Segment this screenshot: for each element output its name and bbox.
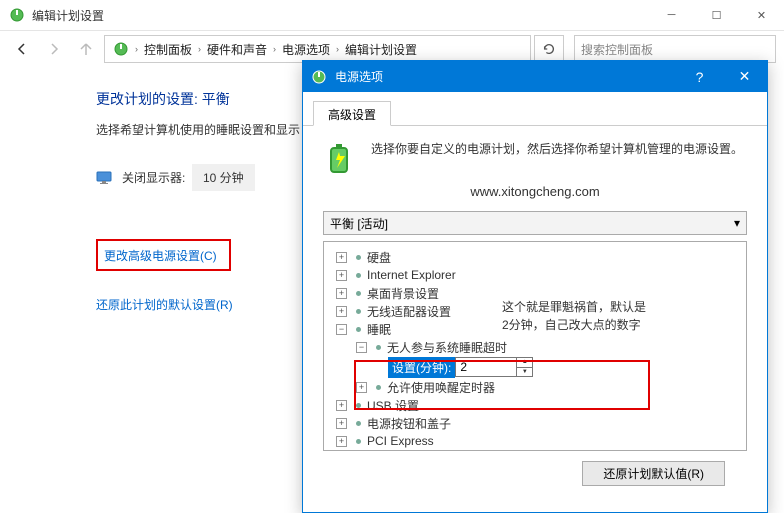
watermark-url: www.xitongcheng.com xyxy=(323,184,747,199)
app-icon xyxy=(9,7,25,23)
power-options-dialog: 电源选项 ? ✕ 高级设置 选择你要自定义的电源计划，然后选择你希望计算机管理的… xyxy=(302,60,768,513)
battery-icon xyxy=(323,140,359,176)
dialog-body: 选择你要自定义的电源计划，然后选择你希望计算机管理的电源设置。 www.xito… xyxy=(303,126,767,486)
advanced-settings-link[interactable]: 更改高级电源设置(C) xyxy=(104,249,217,263)
settings-tree[interactable]: +硬盘 +Internet Explorer +桌面背景设置 +无线适配器设置 … xyxy=(323,241,747,451)
search-input[interactable]: 搜索控制面板 xyxy=(574,35,776,63)
close-button[interactable]: ✕ xyxy=(739,0,784,31)
chevron-right-icon: › xyxy=(135,44,138,54)
spinner[interactable]: ▲▼ xyxy=(517,357,533,377)
breadcrumb-item[interactable]: 电源选项 xyxy=(278,41,334,58)
breadcrumb-item[interactable]: 编辑计划设置 xyxy=(341,41,421,58)
chevron-right-icon: › xyxy=(198,44,201,54)
window-titlebar: 编辑计划设置 ─ ☐ ✕ xyxy=(0,0,784,31)
breadcrumb-item[interactable]: 控制面板 xyxy=(140,41,196,58)
setting-label: 设置(分钟): xyxy=(388,357,455,378)
power-icon xyxy=(311,69,327,85)
maximize-button[interactable]: ☐ xyxy=(694,0,739,31)
tree-item-pci[interactable]: +PCI Express xyxy=(328,432,742,450)
spinner-up[interactable]: ▲ xyxy=(517,358,532,368)
spinner-down[interactable]: ▼ xyxy=(517,368,532,377)
chevron-right-icon: › xyxy=(336,44,339,54)
restore-plan-defaults-button[interactable]: 还原计划默认值(R) xyxy=(582,461,725,486)
power-plan-selected: 平衡 [活动] xyxy=(330,215,388,232)
display-off-value[interactable]: 10 分钟 xyxy=(192,164,255,191)
breadcrumb-bar[interactable]: › 控制面板 › 硬件和声音 › 电源选项 › 编辑计划设置 xyxy=(104,35,531,63)
tree-item-ie[interactable]: +Internet Explorer xyxy=(328,266,742,284)
back-button[interactable] xyxy=(8,35,36,63)
forward-button[interactable] xyxy=(40,35,68,63)
tree-item-wake-timers[interactable]: +允许使用唤醒定时器 xyxy=(328,378,742,396)
tab-advanced[interactable]: 高级设置 xyxy=(313,101,391,126)
power-icon xyxy=(113,41,129,57)
monitor-icon xyxy=(96,170,112,186)
help-button[interactable]: ? xyxy=(677,61,722,92)
highlight-box: 更改高级电源设置(C) xyxy=(96,239,231,271)
minimize-button[interactable]: ─ xyxy=(649,0,694,31)
annotation-text: 这个就是罪魁祸首，默认是 2分钟，自己改大点的数字 xyxy=(502,298,646,334)
refresh-button[interactable] xyxy=(534,35,564,63)
setting-minutes-input[interactable] xyxy=(455,357,517,377)
display-off-label: 关闭显示器: xyxy=(122,169,192,186)
tree-item-unattended[interactable]: −无人参与系统睡眠超时 xyxy=(328,338,742,356)
dialog-close-button[interactable]: ✕ xyxy=(722,61,767,92)
window-title: 编辑计划设置 xyxy=(32,7,649,24)
dialog-title: 电源选项 xyxy=(335,68,677,85)
dialog-description: 选择你要自定义的电源计划，然后选择你希望计算机管理的电源设置。 xyxy=(371,140,743,158)
up-button[interactable] xyxy=(72,35,100,63)
chevron-down-icon: ▾ xyxy=(734,216,740,230)
tree-item-power-button[interactable]: +电源按钮和盖子 xyxy=(328,414,742,432)
tree-item-harddisk[interactable]: +硬盘 xyxy=(328,248,742,266)
dialog-titlebar: 电源选项 ? ✕ xyxy=(303,61,767,92)
dialog-tabs: 高级设置 xyxy=(303,92,767,126)
tree-item-usb[interactable]: +USB 设置 xyxy=(328,396,742,414)
setting-row: 设置(分钟): ▲▼ xyxy=(328,356,742,378)
search-placeholder: 搜索控制面板 xyxy=(581,41,653,58)
power-plan-dropdown[interactable]: 平衡 [活动] ▾ xyxy=(323,211,747,235)
chevron-right-icon: › xyxy=(273,44,276,54)
restore-defaults-link[interactable]: 还原此计划的默认设置(R) xyxy=(96,298,233,312)
breadcrumb-item[interactable]: 硬件和声音 xyxy=(203,41,271,58)
